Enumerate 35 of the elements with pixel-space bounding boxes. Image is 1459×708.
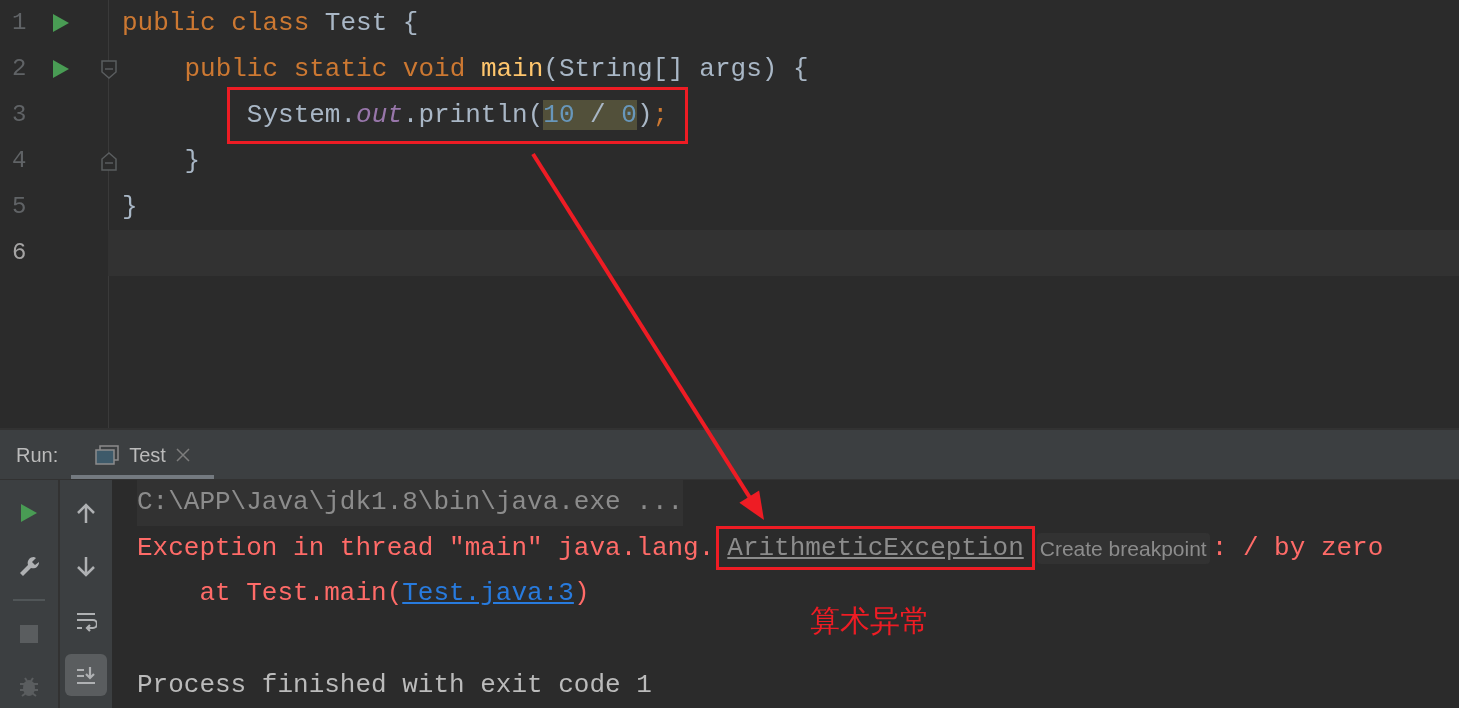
stop-icon [18, 622, 40, 645]
console-text: : / by zero [1211, 531, 1384, 565]
code-line: } [122, 190, 138, 224]
line-number: 3 [12, 100, 28, 130]
line-number: 1 [12, 8, 28, 38]
code-line: public static void main(String[] args) { [184, 52, 809, 86]
window-icon [95, 444, 120, 465]
code-line: } [184, 144, 201, 178]
scroll-to-end-icon [75, 664, 97, 686]
up-arrow-icon [75, 502, 97, 524]
fold-icon[interactable] [100, 150, 118, 172]
console-text: Process finished with exit code 1 [137, 668, 652, 702]
line-number: 6 [12, 238, 28, 268]
inlay-hint[interactable]: Create breakpoint [1036, 532, 1210, 565]
scroll-to-end-button[interactable] [65, 654, 107, 696]
stack-trace-line: at Test.main(Test.java:3) [198, 577, 590, 611]
exception-link[interactable]: ArithmeticException [727, 528, 1024, 568]
wrench-icon [18, 555, 40, 578]
run-icon[interactable] [52, 13, 70, 33]
bug-icon [18, 676, 40, 699]
code-line: System.out.println(10 / 0); [246, 98, 669, 132]
down-arrow-icon [75, 556, 97, 578]
console-command: C:\APP\Java\jdk1.8\bin\java.exe ... [137, 480, 684, 526]
run-icon[interactable] [52, 59, 70, 79]
panel-label: Run: [16, 442, 59, 468]
console-text: Exception in thread "main" java.lang. [137, 531, 715, 565]
line-number: 5 [12, 192, 28, 222]
line-number: 4 [12, 146, 28, 176]
code-line: public class Test { [122, 6, 419, 40]
soft-wrap-icon [75, 610, 97, 632]
line-number: 2 [12, 54, 28, 84]
close-icon[interactable] [175, 447, 190, 462]
annotation-note: 算术异常 [810, 602, 930, 640]
source-link[interactable]: Test.java:3 [402, 578, 574, 609]
fold-icon[interactable] [100, 58, 118, 80]
